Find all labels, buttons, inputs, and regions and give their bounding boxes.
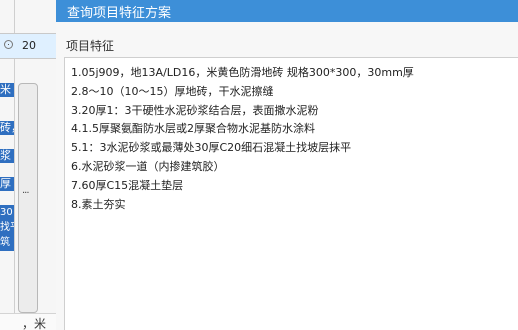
section-label: 项目特征 xyxy=(66,39,115,53)
pin-icon xyxy=(4,40,13,49)
feature-scheme-dialog: 查询项目特征方案 项目特征 1.05j909，地13A/LD16，米黄色防滑地砖… xyxy=(56,0,518,330)
highlight-cell: 30 找平 筑 xyxy=(0,205,14,251)
highlighted-text-column[interactable]: 米 砖， 浆 厚 30 找平 筑 xyxy=(0,83,14,255)
row-text: ，米 xyxy=(22,317,47,330)
feature-line: 5.1：3水泥砂浆或最薄处30厚C20细石混凝土找坡层抹平 xyxy=(71,141,352,155)
dialog-title: 查询项目特征方案 xyxy=(67,6,172,21)
feature-line: 3.20厚1：3干硬性水泥砂浆结合层，表面撒水泥粉 xyxy=(71,103,319,117)
feature-line: 6.水泥砂浆一道（内掺建筑胶） xyxy=(71,159,225,173)
row-value: 20 xyxy=(22,39,36,52)
feature-line: 7.60厚C15混凝土垫层 xyxy=(71,178,184,192)
table-row-selected[interactable]: 20 xyxy=(0,33,56,59)
ellipsis-icon: ··· xyxy=(22,188,29,199)
highlight-cell: 浆 xyxy=(0,149,14,163)
table-row-partial xyxy=(0,0,56,8)
feature-line: 1.05j909，地13A/LD16，米黄色防滑地砖 规格300*300，30m… xyxy=(71,66,414,79)
highlight-cell: 厚 xyxy=(0,177,14,191)
highlight-cell: 米 xyxy=(0,83,14,97)
dialog-titlebar[interactable]: 查询项目特征方案 xyxy=(56,0,518,22)
table-row-bottom: ，米 xyxy=(0,313,56,330)
background-table-panel: 20 米 砖， 浆 厚 30 找平 筑 ··· ，米 xyxy=(0,0,56,330)
feature-line: 4.1.5厚聚氨酯防水层或2厚聚合物水泥基防水涂料 xyxy=(71,122,315,136)
feature-line: 2.8～10（10～15）厚地砖，干水泥擦缝 xyxy=(71,84,274,98)
feature-text-area[interactable]: 1.05j909，地13A/LD16，米黄色防滑地砖 规格300*300，30m… xyxy=(64,57,518,330)
highlight-cell: 砖， xyxy=(0,121,14,135)
feature-line: 8.素土夯实 xyxy=(71,197,126,211)
